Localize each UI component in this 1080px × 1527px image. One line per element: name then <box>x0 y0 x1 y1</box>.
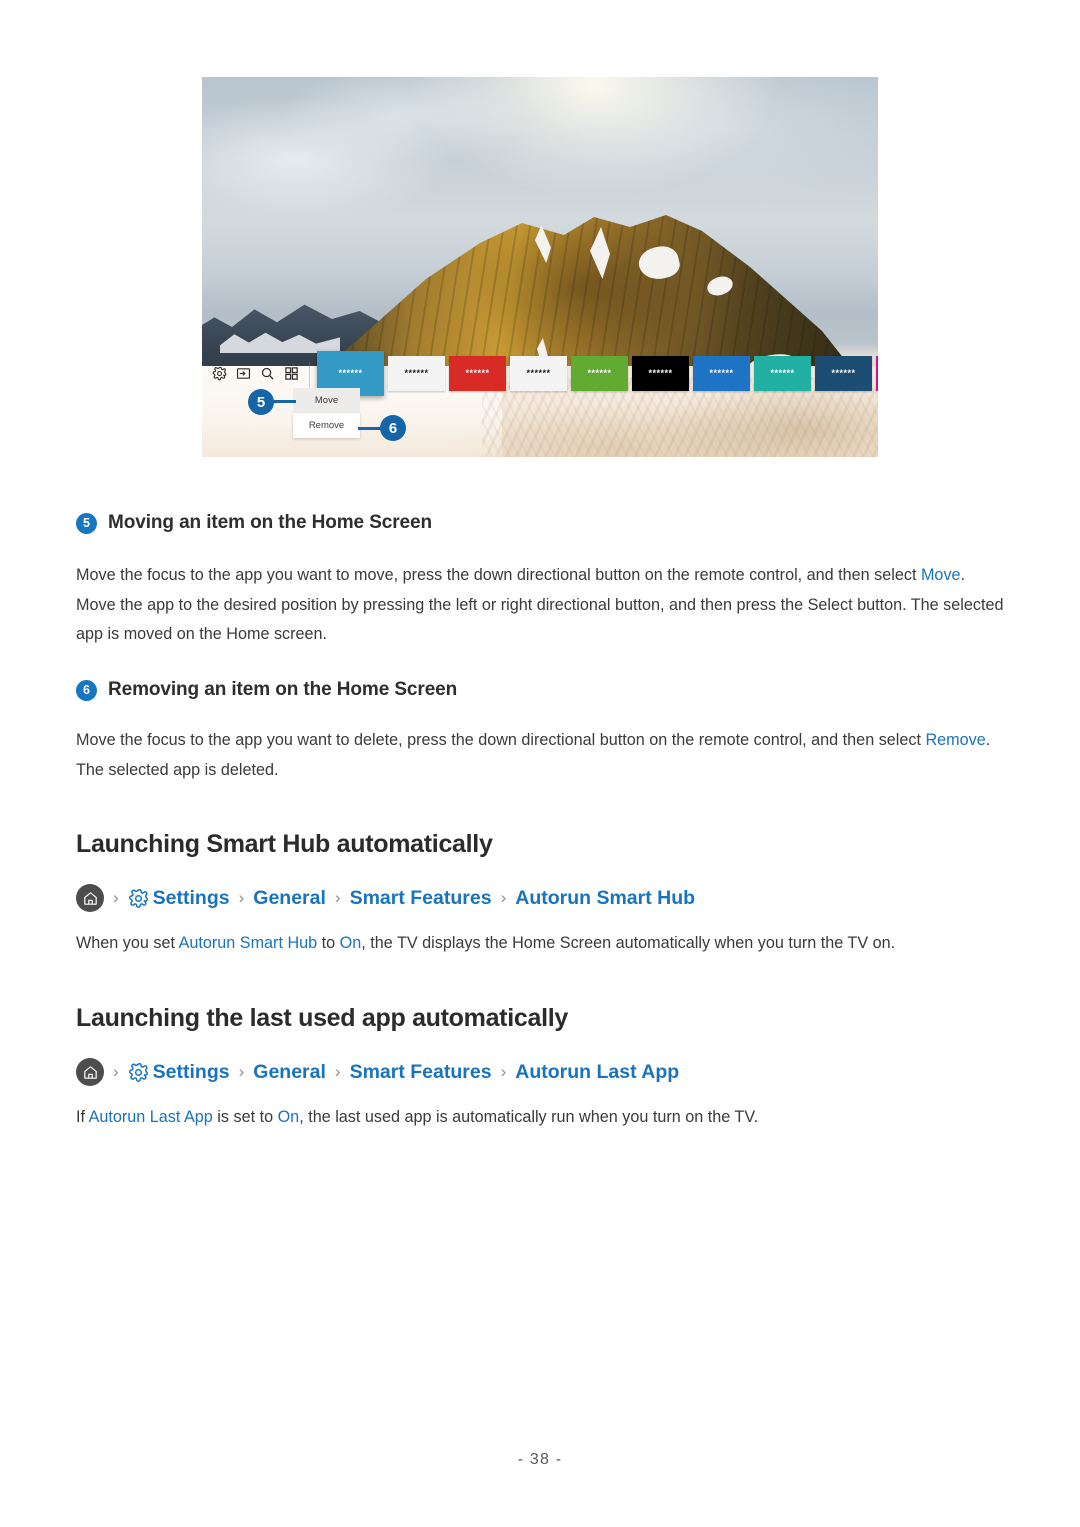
breadcrumb-label: Settings <box>152 886 230 909</box>
heading-text: Removing an item on the Home Screen <box>108 679 458 700</box>
hub-icon-group <box>208 361 310 404</box>
paragraph-text: , the TV displays the Home Screen automa… <box>361 934 896 952</box>
app-tile[interactable]: ****** <box>693 355 750 391</box>
breadcrumb-label: Settings <box>152 1060 230 1083</box>
paragraph-text: Move the focus to the app you want to mo… <box>76 566 921 584</box>
app-tile-row: ****** ****** ****** ****** ****** ****** ****… <box>317 350 878 396</box>
search-icon[interactable] <box>260 366 275 381</box>
breadcrumb-item-smart-features[interactable]: Smart Features <box>350 1061 492 1084</box>
breadcrumb-separator: › <box>500 1062 507 1081</box>
app-tile[interactable]: ****** <box>571 355 628 391</box>
home-icon[interactable] <box>76 1058 104 1086</box>
section-heading-last-app: Launching the last used app automaticall… <box>76 1004 568 1032</box>
app-tile[interactable]: ****** <box>754 355 811 391</box>
app-tile[interactable]: ****** <box>388 355 445 391</box>
heading-text: Moving an item on the Home Screen <box>108 512 432 533</box>
breadcrumb-item-autorun-last-app[interactable]: Autorun Last App <box>515 1061 679 1084</box>
breadcrumb-separator: › <box>334 1062 341 1081</box>
breadcrumb-separator: › <box>334 888 341 907</box>
house-glyph <box>83 891 97 905</box>
document-page: ****** ****** ****** ****** ****** ****** ****… <box>0 0 1080 1527</box>
paragraph-text: , the last used app is automatically run… <box>299 1108 759 1126</box>
inline-link-move[interactable]: Move <box>921 566 961 584</box>
breadcrumb-separator: › <box>238 888 245 907</box>
app-tile[interactable]: ****** <box>815 355 872 391</box>
breadcrumb-item-smart-features[interactable]: Smart Features <box>350 887 492 910</box>
app-context-menu: Move Remove <box>293 388 360 438</box>
section-heading-smart-hub: Launching Smart Hub automatically <box>76 830 493 858</box>
inline-link-autorun-smart-hub[interactable]: Autorun Smart Hub <box>179 934 318 952</box>
breadcrumb-item-autorun-smart-hub[interactable]: Autorun Smart Hub <box>515 887 695 910</box>
heading-moving-item: 5 Moving an item on the Home Screen <box>76 512 432 534</box>
context-menu-move[interactable]: Move <box>293 388 360 413</box>
gear-icon[interactable] <box>212 366 227 381</box>
paragraph-text: Move the focus to the app you want to de… <box>76 731 926 749</box>
paragraph-text: to <box>317 934 340 952</box>
paragraph-smart-hub: When you set Autorun Smart Hub to On, th… <box>76 929 1006 959</box>
paragraph-text: is set to <box>212 1108 278 1126</box>
callout-leader-line <box>272 400 296 403</box>
apps-grid-icon[interactable] <box>284 366 299 381</box>
breadcrumb-separator: › <box>500 888 507 907</box>
gear-icon <box>128 1062 148 1082</box>
callout-badge-6: 6 <box>380 415 406 441</box>
context-menu-remove[interactable]: Remove <box>293 413 360 438</box>
inline-link-on[interactable]: On <box>278 1108 300 1126</box>
gear-icon <box>128 888 148 908</box>
inline-link-remove[interactable]: Remove <box>925 731 985 749</box>
paragraph-removing-item: Move the focus to the app you want to de… <box>76 726 1006 785</box>
source-input-icon[interactable] <box>236 366 251 381</box>
breadcrumb-separator: › <box>238 1062 245 1081</box>
app-tile[interactable]: ****** <box>632 355 689 391</box>
breadcrumb-item-general[interactable]: General <box>253 1061 326 1084</box>
paragraph-last-app: If Autorun Last App is set to On, the la… <box>76 1103 1006 1133</box>
step-badge-5: 5 <box>76 512 97 534</box>
page-number: - 38 - <box>517 1451 563 1468</box>
app-tile[interactable]: ***** <box>876 355 878 391</box>
breadcrumb-smart-hub: › Settings › General › Smart Features › … <box>76 884 695 912</box>
inline-link-on[interactable]: On <box>340 934 362 952</box>
house-glyph <box>83 1065 97 1079</box>
paragraph-text: When you set <box>76 934 179 952</box>
breadcrumb-separator: › <box>113 888 119 907</box>
inline-link-autorun-last-app[interactable]: Autorun Last App <box>89 1108 213 1126</box>
breadcrumb-last-app: › Settings › General › Smart Features › … <box>76 1058 679 1086</box>
breadcrumb-separator: › <box>113 1062 119 1081</box>
paragraph-moving-item: Move the focus to the app you want to mo… <box>76 561 1006 650</box>
smart-hub-figure: ****** ****** ****** ****** ****** ****** ****… <box>202 77 878 457</box>
app-tile[interactable]: ****** <box>510 355 567 391</box>
callout-badge-5: 5 <box>248 389 274 415</box>
step-badge-6: 6 <box>76 679 97 701</box>
heading-removing-item: 6 Removing an item on the Home Screen <box>76 679 457 701</box>
paragraph-text: If <box>76 1108 89 1126</box>
home-icon[interactable] <box>76 884 104 912</box>
breadcrumb-item-settings[interactable]: Settings <box>128 1061 230 1084</box>
breadcrumb-item-general[interactable]: General <box>253 887 326 910</box>
breadcrumb-item-settings[interactable]: Settings <box>128 887 230 910</box>
app-tile[interactable]: ****** <box>449 355 506 391</box>
